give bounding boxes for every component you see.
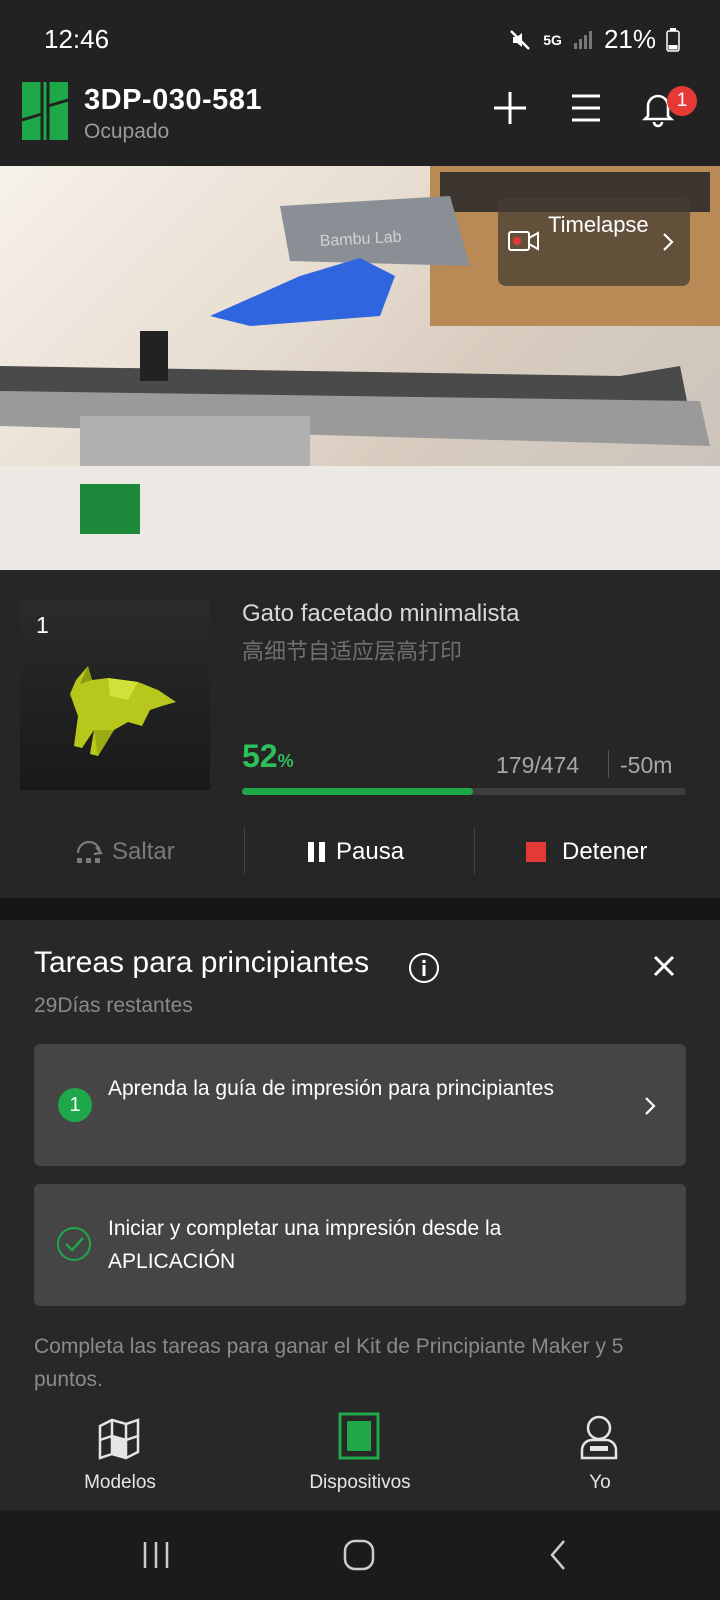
timelapse-button[interactable]: Timelapse [498,198,690,286]
progress-percent: 52% [242,738,294,775]
check-circle-icon [57,1227,91,1261]
nav-item-me[interactable]: Yo [500,1408,700,1510]
tasks-title: Tareas para principiantes [34,946,370,979]
model-thumbnail[interactable]: 1 [20,600,210,790]
info-icon[interactable] [408,952,440,984]
stats-divider [608,750,609,778]
task-text: Aprenda la guía de impresión para princi… [108,1077,554,1100]
stop-button[interactable]: Detener [526,832,647,872]
status-time: 12:46 [44,24,110,54]
layer-count: 179/474 [496,752,580,778]
nav-label-models: Modelos [84,1472,156,1493]
signal-icon [573,30,592,49]
back-icon[interactable] [548,1538,568,1572]
notification-badge: 1 [667,86,697,116]
models-icon [98,1418,140,1460]
nav-label-devices: Dispositivos [309,1472,411,1493]
user-icon [580,1415,618,1460]
timelapse-label: Timelapse [548,212,649,237]
progress-unit: % [277,751,294,771]
plate-number: 1 [36,612,49,638]
progress-value: 52 [242,738,278,774]
device-status: Ocupado [84,120,170,143]
time-remaining: -50m [620,752,673,778]
video-camera-icon [508,231,539,251]
nav-item-models[interactable]: Modelos [20,1408,220,1510]
chevron-right-icon [645,1097,656,1115]
tasks-footer: Completa las tareas para ganar el Kit de… [34,1335,624,1391]
recent-apps-icon[interactable] [140,1540,172,1570]
home-icon[interactable] [342,1538,376,1572]
beginner-tasks-panel: Tareas para principiantes 29Días restant… [0,920,720,1408]
progress-bar-fill [242,788,473,795]
skip-button[interactable]: Saltar [74,832,175,872]
chevron-right-icon [663,233,674,251]
job-subtitle: 高细节自适应层高打印 [242,639,463,664]
days-remaining: 29Días restantes [34,994,193,1017]
control-divider [474,828,475,874]
task-text: Iniciar y completar una impresión desde … [108,1217,502,1273]
device-name[interactable]: 3DP-030-581 [84,84,262,117]
control-divider [244,828,245,874]
battery-icon [666,27,680,52]
nav-label-me: Yo [589,1472,611,1493]
task-step-number: 1 [58,1088,92,1122]
status-icons: 5G 21% [507,24,680,55]
nav-item-devices[interactable]: Dispositivos [260,1408,460,1510]
stop-icon [526,842,546,862]
devices-icon [338,1412,380,1460]
status-bar: 12:46 5G 21% [0,0,720,80]
stop-label: Detener [562,838,648,865]
device-header: 3DP-030-581 Ocupado [0,80,720,166]
cat-model-image [70,666,176,756]
network-label: 5G [543,31,562,48]
printer-logo-icon[interactable] [22,82,68,140]
task-card-print[interactable]: Iniciar y completar una impresión desde … [34,1184,686,1306]
pause-icon [308,842,325,862]
pause-button[interactable]: Pausa [306,832,404,872]
system-nav-bar [0,1510,720,1600]
job-title: Gato facetado minimalista [242,600,520,627]
close-icon[interactable] [652,954,676,978]
progress-bar [242,788,686,795]
print-job-card: 1 Gato facetado minimalista 高细节自适应层高打印 5… [0,570,720,898]
skip-label: Saltar [112,838,175,865]
mute-icon [510,29,531,50]
task-card-guide[interactable]: 1 Aprenda la guía de impresión para prin… [34,1044,686,1166]
pause-label: Pausa [336,838,405,865]
menu-icon[interactable] [566,88,606,128]
skip-icon [76,840,104,863]
section-gap [0,898,720,920]
bottom-nav: Modelos Dispositivos Yo [0,1408,720,1510]
add-icon[interactable] [490,88,530,128]
camera-feed[interactable]: Bambu Lab Timelapse [0,166,720,570]
battery-percent: 21% [603,24,656,54]
